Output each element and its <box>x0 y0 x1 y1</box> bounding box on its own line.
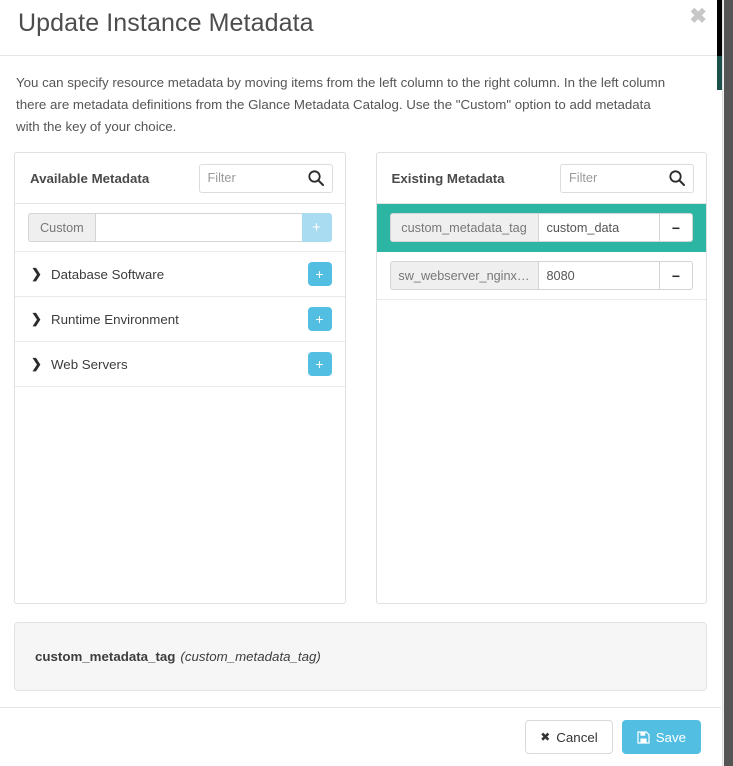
existing-panel-header: Existing Metadata <box>376 153 706 204</box>
metadata-key-label: sw_webserver_nginx… <box>389 261 538 290</box>
metadata-input-group: custom_metadata_tag − <box>389 213 693 242</box>
save-button-label: Save <box>655 729 686 745</box>
chevron-right-icon: ❯ <box>31 266 42 281</box>
modal-header: Update Instance Metadata ✖ <box>0 0 721 56</box>
save-disk-icon <box>637 730 650 744</box>
close-x-icon: ✖ <box>540 730 551 744</box>
cancel-button[interactable]: ✖ Cancel <box>525 720 613 754</box>
add-category-button[interactable]: + <box>307 307 332 331</box>
metadata-detail-panel: custom_metadata_tag (custom_metadata_tag) <box>14 622 707 691</box>
available-panel-title: Available Metadata <box>30 170 150 186</box>
existing-filter-input[interactable] <box>560 163 694 193</box>
custom-key-input[interactable] <box>94 213 302 242</box>
modal-body: You can specify resource metadata by mov… <box>0 56 721 691</box>
existing-panel-title: Existing Metadata <box>391 170 505 186</box>
remove-metadata-button[interactable]: − <box>659 213 693 242</box>
custom-addon-label: Custom <box>28 213 95 242</box>
page-title: Update Instance Metadata <box>18 9 314 37</box>
available-panel-header: Available Metadata <box>15 153 345 204</box>
save-button[interactable]: Save <box>621 720 701 754</box>
category-label: Web Servers <box>51 356 128 372</box>
add-category-button[interactable]: + <box>307 262 332 286</box>
remove-metadata-button[interactable]: − <box>659 261 693 290</box>
detail-name: custom_metadata_tag <box>35 648 176 664</box>
add-category-button[interactable]: + <box>307 352 332 376</box>
update-instance-metadata-modal: Update Instance Metadata ✖ You can speci… <box>0 0 721 766</box>
existing-filter-box <box>560 163 694 193</box>
chevron-right-icon: ❯ <box>31 356 42 371</box>
chevron-right-icon: ❯ <box>31 311 42 326</box>
metadata-columns: Available Metadata Filter Custom + ❯ Dat… <box>14 152 707 604</box>
add-custom-button[interactable]: + <box>301 213 332 242</box>
available-metadata-panel: Available Metadata Filter Custom + ❯ Dat… <box>14 152 346 604</box>
custom-metadata-row: Custom + <box>15 204 345 252</box>
page-scrollbar-thumb[interactable] <box>724 0 733 766</box>
close-icon[interactable]: ✖ <box>689 6 707 27</box>
category-row-runtime-environment[interactable]: ❯ Runtime Environment + <box>15 297 345 342</box>
category-label: Runtime Environment <box>51 311 179 327</box>
category-label: Database Software <box>51 266 165 282</box>
page-scrollbar[interactable] <box>722 0 733 766</box>
custom-input-group: Custom + <box>28 213 332 242</box>
metadata-input-group: sw_webserver_nginx… − <box>389 261 693 290</box>
detail-description: (custom_metadata_tag) <box>180 648 321 664</box>
screen: Update Instance Metadata ✖ You can speci… <box>0 0 733 766</box>
intro-description: You can specify resource metadata by mov… <box>16 75 666 134</box>
metadata-key-label: custom_metadata_tag <box>389 213 538 242</box>
modal-footer: ✖ Cancel Save <box>0 707 721 766</box>
available-filter-box <box>198 163 333 193</box>
existing-metadata-panel: Existing Metadata custom_me <box>375 152 707 604</box>
cancel-button-label: Cancel <box>556 729 598 745</box>
metadata-value-input[interactable] <box>537 213 659 242</box>
category-row-web-servers[interactable]: ❯ Web Servers + <box>15 342 345 387</box>
detail-text-wrapper: custom_metadata_tag (custom_metadata_tag) <box>35 648 321 666</box>
existing-metadata-list: custom_metadata_tag − sw_webserver_nginx… <box>376 204 706 603</box>
metadata-row-sw-webserver-nginx[interactable]: sw_webserver_nginx… − <box>376 252 706 300</box>
metadata-row-custom-metadata-tag[interactable]: custom_metadata_tag − <box>376 204 706 252</box>
available-filter-input[interactable] <box>198 163 333 193</box>
metadata-value-input[interactable] <box>537 261 659 290</box>
available-metadata-list: Custom + ❯ Database Software + ❯ Runtime… <box>15 204 345 603</box>
category-row-database-software[interactable]: ❯ Database Software + <box>15 252 345 297</box>
